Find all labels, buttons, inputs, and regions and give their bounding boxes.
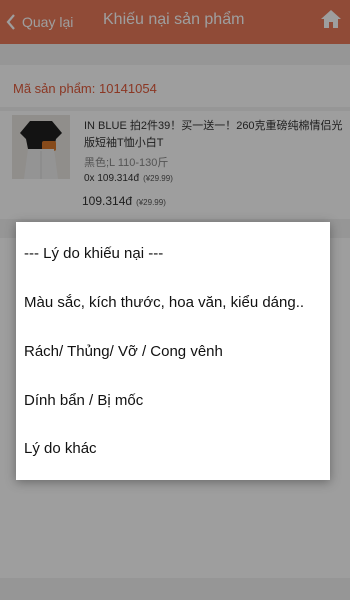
reason-option-dirty-moldy[interactable]: Dính bẩn / Bị mốc	[24, 392, 324, 409]
reason-option-placeholder[interactable]: --- Lý do khiếu nại ---	[24, 245, 324, 262]
reason-option-damaged[interactable]: Rách/ Thủng/ Vỡ / Cong vênh	[24, 343, 324, 360]
reason-option-appearance[interactable]: Màu sắc, kích thước, hoa văn, kiểu dáng.…	[24, 294, 324, 311]
complaint-reason-picker: --- Lý do khiếu nại --- Màu sắc, kích th…	[16, 222, 330, 480]
reason-option-other[interactable]: Lý do khác	[24, 440, 324, 457]
